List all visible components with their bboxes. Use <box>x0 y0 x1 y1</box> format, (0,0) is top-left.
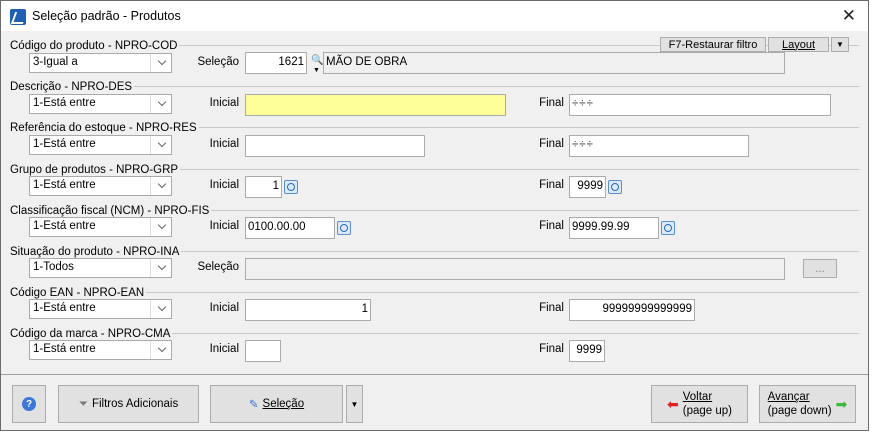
section-title: Código EAN - NPRO-EAN <box>10 287 147 299</box>
close-button[interactable]: ✕ <box>842 6 856 26</box>
group-initial-input[interactable]: 1 <box>245 176 282 198</box>
section-header: Referência do estoque - NPRO-RES <box>10 120 859 134</box>
operator-select-grp[interactable]: 1-Está entre <box>29 176 172 196</box>
divider <box>1 374 868 375</box>
reference-final-input[interactable]: ÷÷÷ <box>569 135 749 157</box>
ellipsis-button[interactable]: ... <box>803 259 837 278</box>
arrow-left-icon: ⬅ <box>667 395 679 412</box>
selection-label: Seleção <box>262 398 305 410</box>
description-final-input[interactable]: ÷÷÷ <box>569 94 831 116</box>
ean-initial-input[interactable]: 1 <box>245 299 371 321</box>
back-button[interactable]: ⬅ Voltar (page up) <box>651 385 748 423</box>
status-selection-display <box>245 258 785 280</box>
final-label: Final <box>539 302 564 314</box>
title-bar: Seleção padrão - Produtos ✕ <box>1 1 868 31</box>
group-final-input[interactable]: 9999 <box>569 176 606 198</box>
operator-select-fis[interactable]: 1-Está entre <box>29 217 172 237</box>
section-title: Grupo de produtos - NPRO-GRP <box>10 164 181 176</box>
next-label: Avançar <box>767 391 810 403</box>
app-icon <box>10 9 26 25</box>
funnel-icon: ⏷ <box>78 397 88 410</box>
description-initial-input[interactable] <box>245 94 506 116</box>
lookup-icon[interactable] <box>284 180 298 194</box>
clipboard-edit-icon: ✎ <box>248 399 259 411</box>
initial-label: Inicial <box>209 179 239 191</box>
arrow-right-icon: ➡ <box>835 395 848 412</box>
ncm-initial-input[interactable]: 0100.00.00 <box>245 217 335 239</box>
initial-label: Inicial <box>209 97 239 109</box>
back-label: Voltar <box>682 391 713 403</box>
layout-button[interactable]: Layout <box>768 37 829 52</box>
dialog-window: Seleção padrão - Produtos ✕ Código do pr… <box>0 0 869 431</box>
window-title: Seleção padrão - Produtos <box>32 9 181 23</box>
section-header: Classificação fiscal (NCM) - NPRO-FIS <box>10 203 859 217</box>
section-title: Código do produto - NPRO-COD <box>10 40 180 52</box>
search-icon[interactable]: 🔍 <box>311 55 323 66</box>
selection-label: Seleção <box>197 56 239 68</box>
brand-initial-input[interactable] <box>245 340 281 362</box>
operator-select-des[interactable]: 1-Está entre <box>29 94 172 114</box>
lookup-icon[interactable] <box>337 221 351 235</box>
lookup-icon[interactable] <box>608 180 622 194</box>
final-label: Final <box>539 138 564 150</box>
next-button[interactable]: Avançar (page down) ➡ <box>759 385 856 423</box>
additional-filters-button[interactable]: ⏷ Filtros Adicionais <box>58 385 199 423</box>
section-title: Referência do estoque - NPRO-RES <box>10 122 199 134</box>
layout-dropdown-button[interactable]: ▼ <box>831 37 849 52</box>
product-code-input[interactable]: 1621 <box>245 52 307 74</box>
back-sublabel: (page up) <box>682 405 732 417</box>
final-label: Final <box>539 97 564 109</box>
layout-label: Layout <box>781 38 816 51</box>
reference-initial-input[interactable] <box>245 135 425 157</box>
final-label: Final <box>539 179 564 191</box>
section-header: Grupo de produtos - NPRO-GRP <box>10 162 859 176</box>
initial-label: Inicial <box>209 343 239 355</box>
operator-select-ina[interactable]: 1-Todos <box>29 258 172 278</box>
help-icon: ? <box>22 397 36 411</box>
section-header: Situação do produto - NPRO-INA <box>10 244 859 258</box>
operator-select-ean[interactable]: 1-Está entre <box>29 299 172 319</box>
section-header: Código EAN - NPRO-EAN <box>10 285 859 299</box>
initial-label: Inicial <box>209 220 239 232</box>
help-button[interactable]: ? <box>12 385 46 423</box>
lookup-icon[interactable] <box>661 221 675 235</box>
restore-filter-button[interactable]: F7-Restaurar filtro <box>660 37 766 52</box>
section-header: Descrição - NPRO-DES <box>10 79 859 93</box>
final-label: Final <box>539 220 564 232</box>
selection-button[interactable]: ✎ Seleção <box>210 385 343 423</box>
selection-label: Seleção <box>197 261 239 273</box>
section-title: Classificação fiscal (NCM) - NPRO-FIS <box>10 205 212 217</box>
initial-label: Inicial <box>209 138 239 150</box>
initial-label: Inicial <box>209 302 239 314</box>
ean-final-input[interactable]: 99999999999999 <box>569 299 695 321</box>
selection-dropdown-button[interactable]: ▼ <box>346 385 363 423</box>
section-title: Código da marca - NPRO-CMA <box>10 328 173 340</box>
next-sublabel: (page down) <box>767 405 832 417</box>
filters-label: Filtros Adicionais <box>91 398 179 410</box>
operator-select-res[interactable]: 1-Está entre <box>29 135 172 155</box>
product-description-display: MÃO DE OBRA <box>323 52 785 74</box>
brand-final-input[interactable]: 9999 <box>569 340 605 362</box>
operator-select-cod[interactable]: 3-Igual a <box>29 53 172 73</box>
ncm-final-input[interactable]: 9999.99.99 <box>569 217 659 239</box>
section-title: Descrição - NPRO-DES <box>10 81 135 93</box>
section-header: Código da marca - NPRO-CMA <box>10 326 859 340</box>
section-title: Situação do produto - NPRO-INA <box>10 246 182 258</box>
dropdown-arrow-icon[interactable]: ▼ <box>313 67 320 74</box>
final-label: Final <box>539 343 564 355</box>
operator-select-cma[interactable]: 1-Está entre <box>29 340 172 360</box>
